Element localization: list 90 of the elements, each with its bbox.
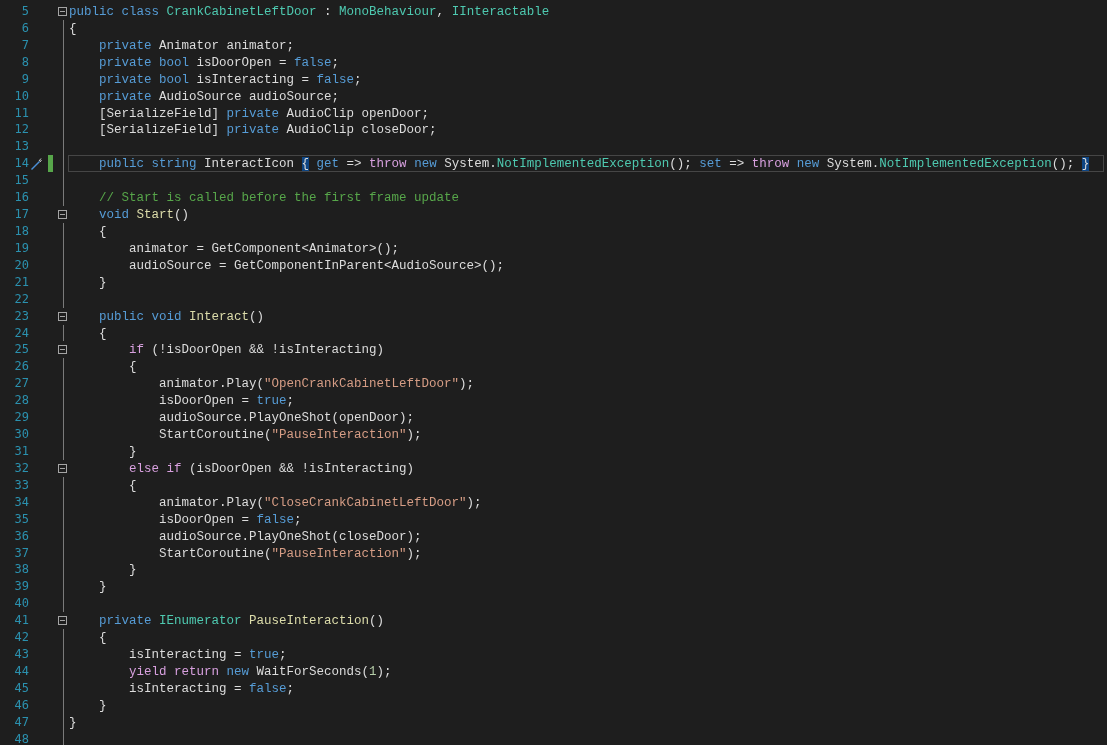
code-line: } [128,444,137,459]
line-number: 5 [20,3,29,20]
code-line: isDoorOpen = true; [158,394,295,409]
line-number: 27 [13,375,29,393]
code-line: // Start is called before the first frame update [98,191,460,206]
line-number: 38 [13,561,29,579]
code-line: StartCoroutine("PauseInteraction"); [158,546,422,561]
code-line: animator = GetComponent<Animator>(); [128,241,400,256]
collapse-icon[interactable] [58,311,67,321]
code-line: } [128,563,137,578]
code-line: } [98,580,107,595]
line-number: 33 [13,476,29,494]
code-line: isInteracting = false; [128,681,295,696]
line-number: 26 [13,358,29,376]
line-number: 47 [13,713,29,731]
line-number: 34 [13,493,29,511]
code-line: animator.Play("OpenCrankCabinetLeftDoor"); [158,377,475,392]
collapse-icon[interactable] [58,6,67,16]
line-number: 12 [13,121,29,139]
code-line: public string InteractIcon { get => throw new System.NotImplementedException(); set => throw new System.NotImplementedException(); } [98,157,1090,172]
line-number: 45 [13,679,29,697]
line-number: 30 [13,426,29,443]
line-number: 6 [20,19,29,37]
line-number: 48 [13,730,29,745]
code-line: StartCoroutine("PauseInteraction"); [158,428,422,443]
collapse-icon[interactable] [58,463,67,473]
code-line: private bool isInteracting = false; [98,72,362,87]
line-number: 8 [20,53,29,71]
code-line: void Start() [98,208,190,223]
line-number: 39 [13,578,29,596]
code-line: else if (isDoorOpen && !isInteracting) [128,461,415,476]
line-number: 35 [13,510,29,528]
code-line: } [98,698,107,713]
line-number: 14 [13,155,29,173]
line-number: 11 [13,104,29,122]
line-number: 24 [13,324,29,342]
code-line: public class CrankCabinetLeftDoor : MonoBehaviour, IInteractable [69,5,550,19]
code-line: if (!isDoorOpen && !isInteracting) [128,343,385,358]
code-line: { [128,478,137,493]
code-line: { [98,326,107,341]
line-number: 10 [13,87,29,105]
line-number: 46 [13,696,29,714]
line-number: 19 [13,239,29,257]
code-line: public void Interact() [98,309,265,324]
line-number: 37 [13,544,29,562]
screwdriver-icon[interactable] [30,157,42,170]
code-line: private AudioSource audioSource; [98,89,340,104]
code-line: { [98,225,107,239]
line-number: 7 [20,36,29,54]
code-line: { [128,360,137,375]
line-number: 15 [13,172,29,190]
code-line: audioSource.PlayOneShot(openDoor); [158,411,415,426]
collapse-icon[interactable] [58,345,67,355]
line-number: 41 [13,612,29,630]
line-number: 16 [13,189,29,207]
line-number: 28 [13,392,29,410]
line-number: 13 [13,138,29,156]
line-number: 25 [13,341,29,359]
code-line: private Animator animator; [98,38,295,53]
code-line: } [69,715,77,730]
collapse-icon[interactable] [58,210,67,219]
code-line: [SerializeField] private AudioClip closeDoor; [98,123,437,138]
line-number: 22 [13,290,29,308]
line-number: 32 [13,459,29,477]
code-line: isDoorOpen = false; [158,512,302,527]
line-number: 36 [13,527,29,545]
line-number: 43 [13,646,29,663]
line-number: 23 [13,307,29,325]
code-line: private IEnumerator PauseInteraction() [98,614,385,629]
line-number: 20 [13,256,29,274]
code-line: { [98,631,107,646]
code-line: animator.Play("CloseCrankCabinetLeftDoor"); [158,495,482,510]
code-line: { [69,21,77,36]
code-line: isInteracting = true; [128,648,287,663]
line-number: 9 [20,70,29,88]
line-number: 31 [13,442,29,460]
line-number: 29 [13,409,29,427]
line-number: 21 [13,273,29,291]
code-line: private bool isDoorOpen = false; [98,55,340,70]
line-number: 17 [13,206,29,223]
line-number: 40 [13,595,29,613]
code-line: audioSource = GetComponentInParent<AudioSource>(); [128,258,505,273]
code-line: audioSource.PlayOneShot(closeDoor); [158,529,422,544]
line-number: 42 [13,629,29,647]
code-line: yield return new WaitForSeconds(1); [128,664,392,679]
line-number: 44 [13,662,29,680]
code-line: } [98,275,107,290]
code-line: [SerializeField] private AudioClip openDoor; [98,106,430,121]
line-number: 18 [13,223,29,240]
collapse-icon[interactable] [58,616,67,626]
